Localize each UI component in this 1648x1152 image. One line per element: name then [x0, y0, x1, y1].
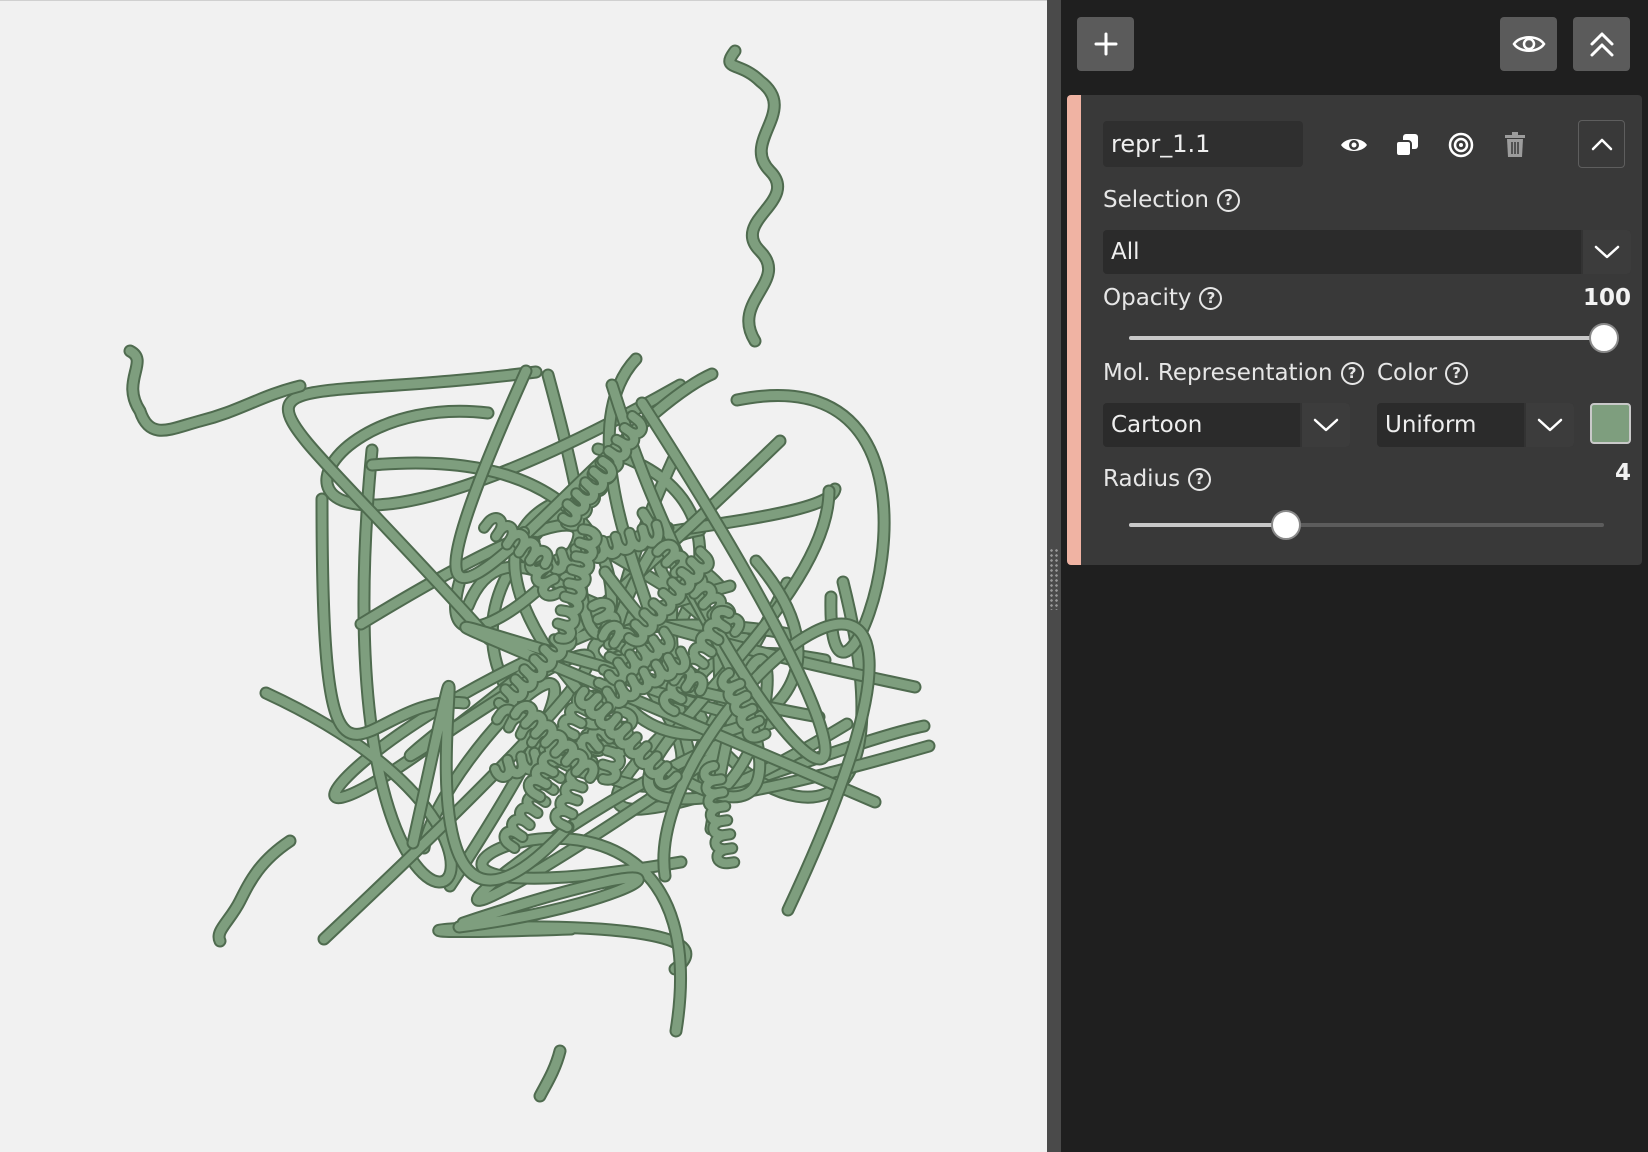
opacity-label-text: Opacity: [1103, 285, 1192, 311]
opacity-slider-fill: [1129, 336, 1604, 340]
chevron-down-icon[interactable]: [1300, 403, 1350, 447]
color-scheme-dropdown[interactable]: Uniform: [1377, 403, 1574, 447]
chevron-up-icon: [1591, 138, 1612, 151]
selection-dropdown[interactable]: All: [1103, 230, 1631, 274]
chevron-down-icon[interactable]: [1581, 230, 1631, 274]
representation-name-input[interactable]: repr_1.1: [1103, 121, 1303, 167]
trash-icon: [1505, 132, 1525, 157]
molecule-cartoon: [123, 44, 936, 1103]
selection-value: All: [1111, 239, 1140, 265]
toggle-all-visibility-button[interactable]: [1500, 17, 1557, 71]
double-chevron-up-icon: [1590, 32, 1613, 57]
help-icon[interactable]: ?: [1340, 361, 1364, 385]
panel-splitter[interactable]: [1047, 0, 1061, 1152]
mol-representation-dropdown[interactable]: Cartoon: [1103, 403, 1350, 447]
radius-value: 4: [1614, 460, 1631, 486]
color-scheme-value: Uniform: [1385, 412, 1477, 438]
delete-button[interactable]: [1495, 125, 1535, 165]
help-icon[interactable]: ?: [1217, 188, 1240, 212]
color-label: Color ?: [1377, 360, 1469, 386]
opacity-label: Opacity ?: [1103, 285, 1223, 311]
splitter-grip-icon[interactable]: [1049, 548, 1059, 610]
color-label-text: Color: [1377, 360, 1438, 386]
selection-label: Selection ?: [1103, 187, 1240, 213]
help-icon[interactable]: ?: [1199, 286, 1223, 310]
add-representation-button[interactable]: [1077, 17, 1134, 71]
representation-panel: repr_1.1 Selection ? All Opacity ? 100 M…: [1061, 0, 1648, 1152]
eye-icon: [1341, 139, 1367, 151]
duplicate-icon: [1395, 134, 1418, 157]
plus-icon: [1094, 32, 1117, 56]
radius-label-text: Radius: [1103, 466, 1181, 492]
focus-button[interactable]: [1441, 125, 1481, 165]
help-icon[interactable]: ?: [1188, 467, 1212, 491]
representation-card: repr_1.1 Selection ? All Opacity ? 100 M…: [1067, 95, 1642, 565]
mol-representation-label: Mol. Representation ?: [1103, 360, 1364, 386]
help-icon[interactable]: ?: [1445, 361, 1469, 385]
molecule-viewer[interactable]: [0, 0, 1047, 1152]
eye-icon: [1511, 36, 1546, 52]
radius-slider[interactable]: [1129, 510, 1604, 540]
collapse-all-button[interactable]: [1573, 17, 1630, 71]
collapse-card-button[interactable]: [1578, 120, 1625, 168]
toggle-visibility-button[interactable]: [1334, 125, 1374, 165]
opacity-value: 100: [1582, 285, 1631, 311]
radius-slider-thumb[interactable]: [1270, 510, 1301, 540]
radius-slider-fill: [1129, 523, 1286, 527]
mol-representation-value: Cartoon: [1111, 412, 1203, 438]
mol-representation-label-text: Mol. Representation: [1103, 360, 1333, 386]
opacity-slider-thumb[interactable]: [1589, 323, 1619, 353]
representation-accent-bar: [1067, 95, 1081, 565]
chevron-down-icon[interactable]: [1524, 403, 1574, 447]
duplicate-button[interactable]: [1387, 125, 1427, 165]
radius-label: Radius ?: [1103, 466, 1212, 492]
opacity-slider[interactable]: [1129, 323, 1619, 353]
selection-label-text: Selection: [1103, 187, 1209, 213]
target-icon: [1448, 132, 1474, 158]
color-swatch[interactable]: [1590, 403, 1631, 444]
